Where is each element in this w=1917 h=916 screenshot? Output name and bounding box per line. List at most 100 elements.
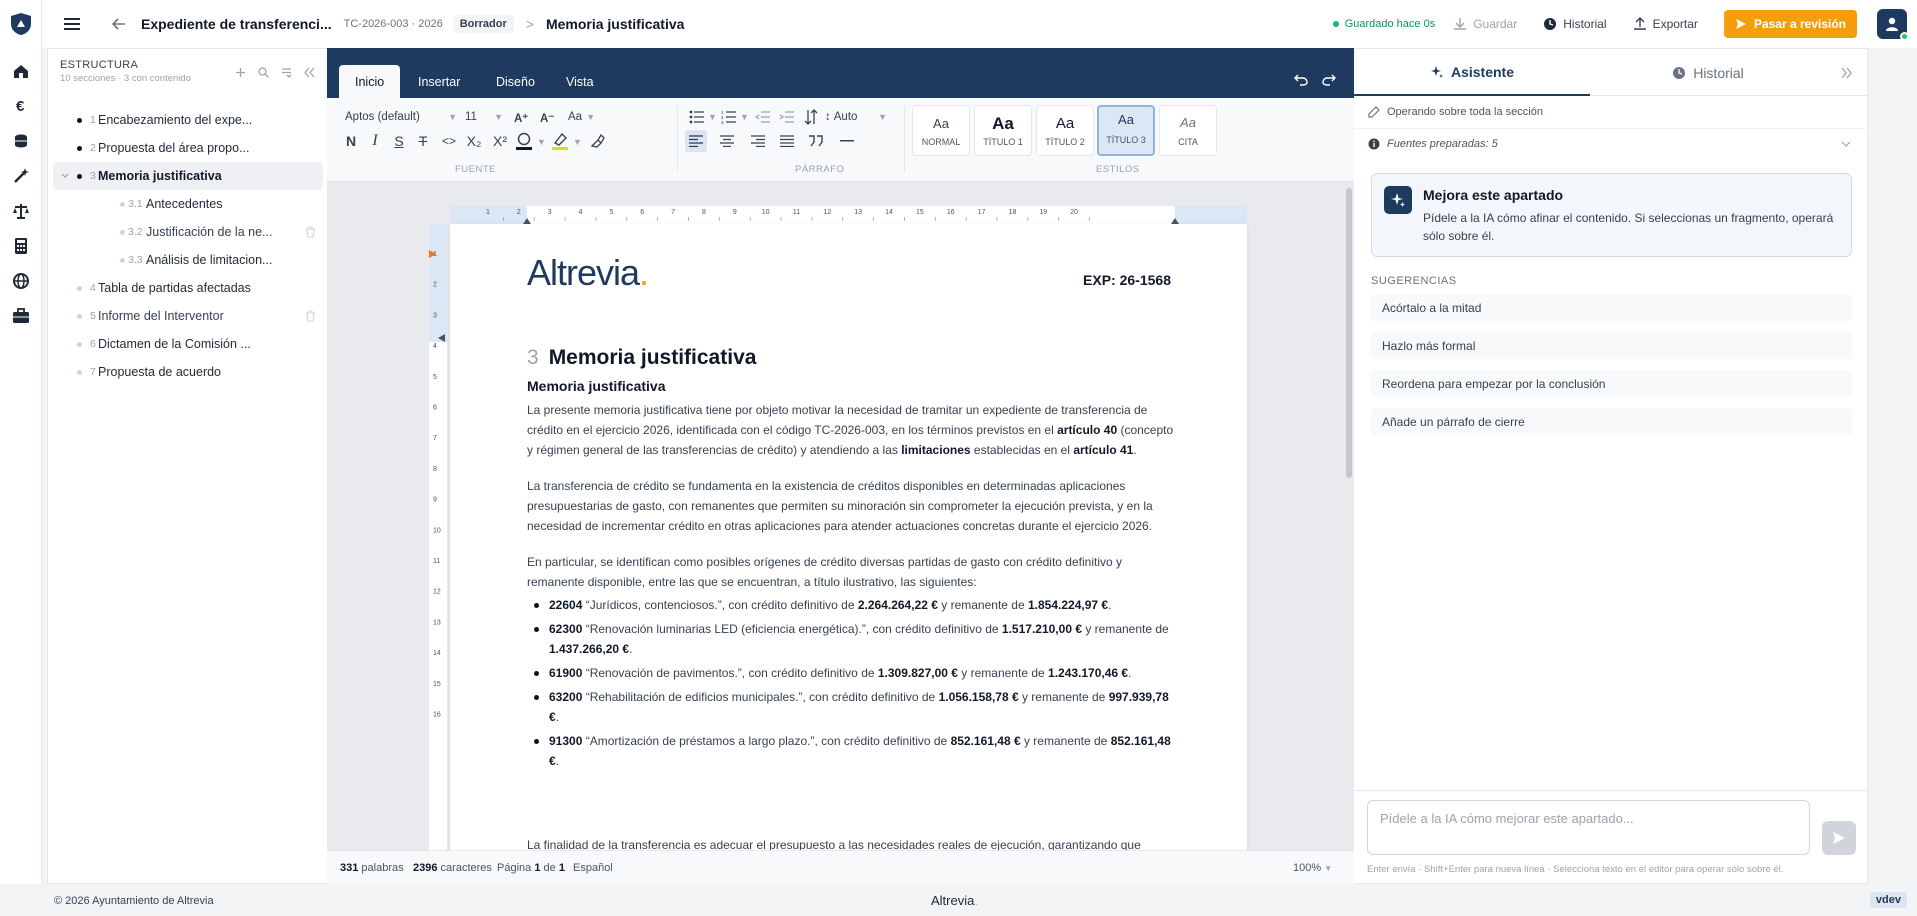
menu-icon[interactable] [62, 14, 82, 34]
decrease-indent-icon[interactable] [755, 110, 771, 124]
underline-button[interactable]: S [389, 131, 409, 151]
chevron-down-icon[interactable] [61, 173, 69, 179]
italic-button[interactable]: I [365, 131, 385, 151]
sort-icon[interactable] [804, 109, 818, 125]
bullet-list-icon[interactable] [689, 110, 705, 124]
assistant-input[interactable] [1367, 800, 1810, 855]
trash-icon[interactable] [305, 310, 316, 322]
document-title[interactable]: Expediente de transferenci... [141, 16, 332, 32]
calculator-icon[interactable] [12, 237, 30, 255]
search-icon[interactable] [258, 67, 269, 78]
page-total: 1 [558, 862, 565, 874]
increase-indent-icon[interactable] [779, 110, 795, 124]
suggestion-button[interactable]: Reordena para empezar por la conclusión [1371, 370, 1852, 397]
collapse-panel-icon[interactable] [304, 67, 315, 78]
style-normal[interactable]: Aa NORMAL [912, 105, 970, 156]
collapse-panel-icon[interactable] [1841, 67, 1853, 79]
code-button[interactable]: <> [439, 131, 459, 151]
font-family-select[interactable]: Aptos (default) ▼ [345, 111, 457, 123]
tree-subitem[interactable]: 3.2 Justificación de la ne... [48, 218, 328, 246]
tree-item[interactable]: 4 Tabla de partidas afectadas [48, 274, 328, 302]
tree-subitem[interactable]: 3.3 Análisis de limitacion... [48, 246, 328, 274]
tab-history[interactable]: Historial [1590, 49, 1826, 96]
align-right-icon[interactable] [751, 135, 765, 147]
tree-item[interactable]: 2 Propuesta del área propo... [48, 134, 328, 162]
horizontal-ruler[interactable]: 1 2 3 4 5 6 7 8 9 10 11 12 13 14 15 16 17 18 19 20 [450, 206, 1247, 224]
tab-assistant[interactable]: Asistente [1354, 49, 1590, 96]
tab-diseno[interactable]: Diseño [480, 65, 551, 98]
suggestion-button[interactable]: Añade un párrafo de cierre [1371, 408, 1852, 435]
tree-subitem[interactable]: 3.1 Antecedentes [48, 190, 328, 218]
save-button[interactable]: Guardar [1453, 17, 1517, 31]
numbered-list-icon[interactable]: 123 [721, 110, 737, 124]
change-case-button[interactable]: Aa ▼ [568, 111, 595, 123]
strikethrough-button[interactable]: T [413, 131, 433, 151]
style-titulo-1[interactable]: Aa TÍTULO 1 [974, 105, 1032, 156]
align-left-icon[interactable] [689, 135, 703, 147]
tab-insertar[interactable]: Insertar [402, 65, 476, 98]
tree-item[interactable]: 7 Propuesta de acuerdo [48, 358, 328, 386]
tree-item[interactable]: 6 Dictamen de la Comisión ... [48, 330, 328, 358]
highlight-icon[interactable] [551, 131, 569, 151]
briefcase-icon[interactable] [12, 307, 30, 325]
zoom-select[interactable]: 100% ▼ [1293, 862, 1332, 874]
chevron-down-icon[interactable]: ▼ [740, 112, 749, 122]
superscript-button[interactable]: X² [490, 131, 510, 151]
back-arrow-icon[interactable] [110, 15, 128, 33]
line-spacing-select[interactable]: ↕ Auto ▼ [825, 111, 887, 123]
collapse-all-icon[interactable] [281, 67, 292, 78]
tab-inicio[interactable]: Inicio [339, 65, 401, 98]
chevron-down-icon[interactable]: ▼ [537, 137, 546, 147]
item-desc: “Rehabilitación de edificios municipales… [582, 690, 939, 704]
word-count-value: 331 [340, 862, 359, 874]
scales-icon[interactable] [12, 202, 30, 220]
home-icon[interactable] [12, 62, 30, 80]
grow-font-button[interactable]: A⁺ [514, 111, 528, 125]
ruler-tick-label: 10 [762, 209, 770, 216]
send-button[interactable] [1822, 821, 1856, 855]
user-avatar[interactable] [1877, 9, 1909, 41]
style-titulo-3[interactable]: Aa TÍTULO 3 [1097, 105, 1155, 156]
clear-format-icon[interactable] [589, 133, 605, 149]
sources-disclosure[interactable]: Fuentes preparadas: 5 [1368, 138, 1858, 150]
tab-vista[interactable]: Vista [550, 65, 610, 98]
redo-icon[interactable] [1321, 72, 1337, 88]
bold-button[interactable]: N [341, 131, 361, 151]
euro-icon[interactable]: € [12, 97, 30, 115]
magic-wand-icon[interactable] [12, 167, 30, 185]
divider [1354, 128, 1868, 129]
suggestion-button[interactable]: Hazlo más formal [1371, 332, 1852, 359]
shrink-font-button[interactable]: A⁻ [540, 111, 554, 125]
horizontal-rule-icon[interactable] [840, 140, 854, 142]
editor-scrollbar[interactable] [1346, 188, 1352, 478]
chevron-down-icon[interactable]: ▼ [708, 112, 717, 122]
history-button[interactable]: Historial [1543, 17, 1607, 31]
justify-icon[interactable] [780, 135, 794, 147]
style-titulo-2[interactable]: Aa TÍTULO 2 [1036, 105, 1094, 156]
language[interactable]: Español [573, 862, 613, 874]
page-label: Página [497, 862, 532, 874]
tree-item[interactable]: 1 Encabezamiento del expe... [48, 106, 328, 134]
undo-icon[interactable] [1293, 72, 1309, 88]
globe-icon[interactable] [12, 272, 30, 290]
align-center-icon[interactable] [720, 135, 734, 147]
tree-item-number: 3.2 [128, 226, 143, 238]
style-cita[interactable]: Aa CITA [1159, 105, 1217, 156]
tree-item[interactable]: 5 Informe del Interventor [48, 302, 328, 330]
font-size-select[interactable]: 11 ▼ [465, 111, 503, 123]
vertical-ruler[interactable]: 1 2 3 4 5 6 7 8 9 10 11 12 13 14 15 16 [429, 224, 447, 850]
coins-icon[interactable] [12, 132, 30, 150]
tree-item-selected[interactable]: 3 Memoria justificativa [53, 162, 323, 190]
export-button[interactable]: Exportar [1633, 17, 1698, 31]
submit-review-button[interactable]: Pasar a revisión [1723, 10, 1857, 38]
add-section-icon[interactable] [235, 67, 246, 78]
quote-icon[interactable] [808, 134, 824, 148]
text-color-icon[interactable] [515, 131, 533, 151]
shield-logo-icon[interactable] [10, 12, 32, 36]
chevron-down-icon[interactable]: ▼ [573, 137, 582, 147]
document-page[interactable]: Altrevia. EXP: 26-1568 3 Memoria justific… [450, 224, 1247, 850]
trash-icon[interactable] [305, 226, 316, 238]
suggestion-button[interactable]: Acórtalo a la mitad [1371, 294, 1852, 321]
subscript-button[interactable]: X₂ [464, 131, 484, 151]
assistant-prompt-field[interactable] [1368, 801, 1809, 836]
